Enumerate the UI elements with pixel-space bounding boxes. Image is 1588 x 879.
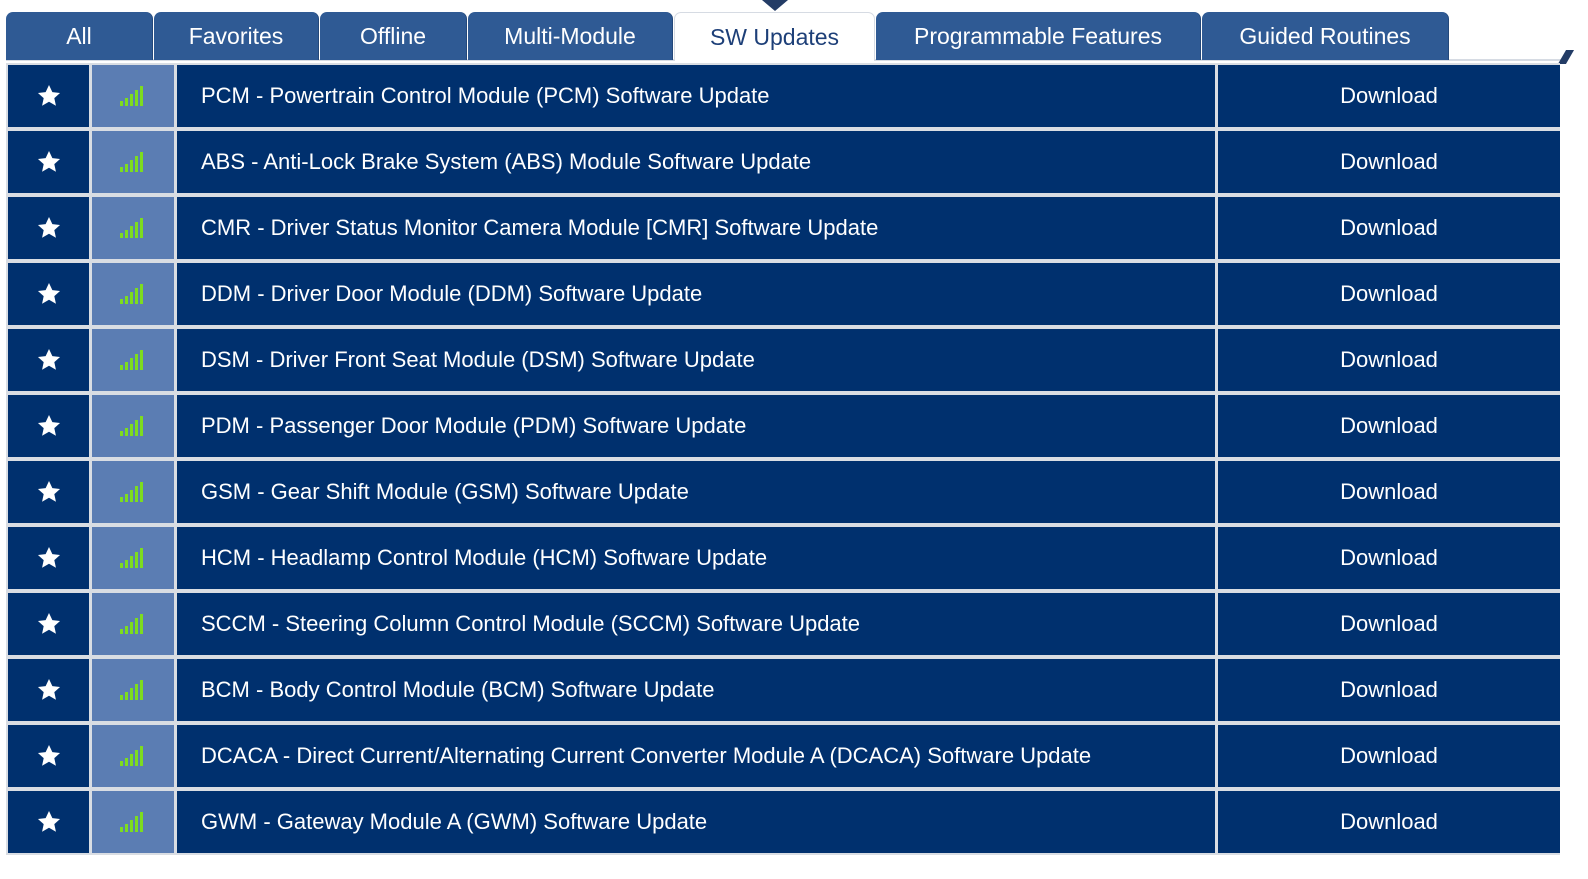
download-button[interactable]: Download xyxy=(1218,593,1560,655)
star-icon xyxy=(36,215,62,241)
signal-strength-icon xyxy=(119,744,147,768)
download-button[interactable]: Download xyxy=(1218,197,1560,259)
star-icon xyxy=(36,281,62,307)
favorite-toggle[interactable] xyxy=(8,461,89,523)
sw-updates-screen: All Favorites Offline Multi-Module SW Up… xyxy=(0,0,1588,879)
table-row: DCACA - Direct Current/Alternating Curre… xyxy=(6,723,1560,789)
table-row: DDM - Driver Door Module (DDM) Software … xyxy=(6,261,1560,327)
table-row: PDM - Passenger Door Module (PDM) Softwa… xyxy=(6,393,1560,459)
tab-sw-updates[interactable]: SW Updates xyxy=(674,12,875,61)
connectivity-cell xyxy=(92,593,174,655)
connectivity-cell xyxy=(92,197,174,259)
module-update-name[interactable]: ABS - Anti-Lock Brake System (ABS) Modul… xyxy=(177,131,1215,193)
sw-update-table: PCM - Powertrain Control Module (PCM) So… xyxy=(6,63,1560,855)
module-update-name[interactable]: DSM - Driver Front Seat Module (DSM) Sof… xyxy=(177,329,1215,391)
signal-strength-icon xyxy=(119,810,147,834)
download-button[interactable]: Download xyxy=(1218,395,1560,457)
favorite-toggle[interactable] xyxy=(8,725,89,787)
star-icon xyxy=(36,677,62,703)
signal-strength-icon xyxy=(119,480,147,504)
favorite-toggle[interactable] xyxy=(8,659,89,721)
module-update-name[interactable]: CMR - Driver Status Monitor Camera Modul… xyxy=(177,197,1215,259)
connectivity-cell xyxy=(92,65,174,127)
module-update-name[interactable]: DDM - Driver Door Module (DDM) Software … xyxy=(177,263,1215,325)
signal-strength-icon xyxy=(119,678,147,702)
favorite-toggle[interactable] xyxy=(8,395,89,457)
active-tab-indicator xyxy=(762,0,788,11)
signal-strength-icon xyxy=(119,612,147,636)
star-icon xyxy=(36,413,62,439)
signal-strength-icon xyxy=(119,282,147,306)
download-button[interactable]: Download xyxy=(1218,461,1560,523)
module-update-name[interactable]: DCACA - Direct Current/Alternating Curre… xyxy=(177,725,1215,787)
connectivity-cell xyxy=(92,659,174,721)
connectivity-cell xyxy=(92,395,174,457)
table-row: HCM - Headlamp Control Module (HCM) Soft… xyxy=(6,525,1560,591)
favorite-toggle[interactable] xyxy=(8,329,89,391)
connectivity-cell xyxy=(92,263,174,325)
star-icon xyxy=(36,611,62,637)
table-row: PCM - Powertrain Control Module (PCM) So… xyxy=(6,63,1560,129)
connectivity-cell xyxy=(92,527,174,589)
signal-strength-icon xyxy=(119,414,147,438)
table-row: GWM - Gateway Module A (GWM) Software Up… xyxy=(6,789,1560,855)
tab-offline[interactable]: Offline xyxy=(320,12,467,60)
star-icon xyxy=(36,83,62,109)
download-button[interactable]: Download xyxy=(1218,791,1560,853)
download-button[interactable]: Download xyxy=(1218,263,1560,325)
module-update-name[interactable]: HCM - Headlamp Control Module (HCM) Soft… xyxy=(177,527,1215,589)
module-update-name[interactable]: BCM - Body Control Module (BCM) Software… xyxy=(177,659,1215,721)
signal-strength-icon xyxy=(119,150,147,174)
favorite-toggle[interactable] xyxy=(8,593,89,655)
tab-all[interactable]: All xyxy=(6,12,153,60)
star-icon xyxy=(36,809,62,835)
connectivity-cell xyxy=(92,791,174,853)
signal-strength-icon xyxy=(119,216,147,240)
connectivity-cell xyxy=(92,329,174,391)
star-icon xyxy=(36,149,62,175)
tab-bar: All Favorites Offline Multi-Module SW Up… xyxy=(0,0,1575,64)
module-update-name[interactable]: SCCM - Steering Column Control Module (S… xyxy=(177,593,1215,655)
tab-programmable-features[interactable]: Programmable Features xyxy=(876,12,1201,60)
favorite-toggle[interactable] xyxy=(8,197,89,259)
download-button[interactable]: Download xyxy=(1218,65,1560,127)
module-update-name[interactable]: GSM - Gear Shift Module (GSM) Software U… xyxy=(177,461,1215,523)
table-row: SCCM - Steering Column Control Module (S… xyxy=(6,591,1560,657)
download-button[interactable]: Download xyxy=(1218,527,1560,589)
signal-strength-icon xyxy=(119,84,147,108)
table-row: BCM - Body Control Module (BCM) Software… xyxy=(6,657,1560,723)
tab-multi-module[interactable]: Multi-Module xyxy=(468,12,673,60)
favorite-toggle[interactable] xyxy=(8,65,89,127)
download-button[interactable]: Download xyxy=(1218,725,1560,787)
favorite-toggle[interactable] xyxy=(8,527,89,589)
star-icon xyxy=(36,545,62,571)
corner-decoration xyxy=(1557,50,1575,64)
star-icon xyxy=(36,347,62,373)
tab-guided-routines[interactable]: Guided Routines xyxy=(1202,12,1449,60)
favorite-toggle[interactable] xyxy=(8,131,89,193)
download-button[interactable]: Download xyxy=(1218,329,1560,391)
module-update-name[interactable]: GWM - Gateway Module A (GWM) Software Up… xyxy=(177,791,1215,853)
connectivity-cell xyxy=(92,461,174,523)
download-button[interactable]: Download xyxy=(1218,131,1560,193)
table-row: CMR - Driver Status Monitor Camera Modul… xyxy=(6,195,1560,261)
favorite-toggle[interactable] xyxy=(8,263,89,325)
star-icon xyxy=(36,743,62,769)
connectivity-cell xyxy=(92,131,174,193)
tab-favorites[interactable]: Favorites xyxy=(154,12,319,60)
table-row: GSM - Gear Shift Module (GSM) Software U… xyxy=(6,459,1560,525)
table-row: DSM - Driver Front Seat Module (DSM) Sof… xyxy=(6,327,1560,393)
download-button[interactable]: Download xyxy=(1218,659,1560,721)
favorite-toggle[interactable] xyxy=(8,791,89,853)
signal-strength-icon xyxy=(119,348,147,372)
signal-strength-icon xyxy=(119,546,147,570)
table-row: ABS - Anti-Lock Brake System (ABS) Modul… xyxy=(6,129,1560,195)
connectivity-cell xyxy=(92,725,174,787)
module-update-name[interactable]: PDM - Passenger Door Module (PDM) Softwa… xyxy=(177,395,1215,457)
module-update-name[interactable]: PCM - Powertrain Control Module (PCM) So… xyxy=(177,65,1215,127)
star-icon xyxy=(36,479,62,505)
